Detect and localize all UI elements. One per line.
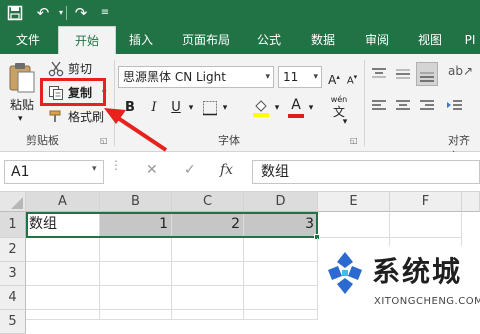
- watermark-logo-icon: [322, 250, 368, 296]
- column-header-f[interactable]: F: [390, 192, 462, 212]
- select-all-corner[interactable]: [0, 192, 26, 212]
- cell-f1[interactable]: [390, 212, 462, 238]
- name-box-value: A1: [11, 164, 30, 180]
- cell-d5[interactable]: [244, 310, 318, 320]
- formula-bar-grip-icon[interactable]: ⋮: [110, 159, 122, 182]
- cell-d2[interactable]: [244, 238, 318, 262]
- row-header-1[interactable]: 1: [0, 212, 26, 238]
- cell-a2[interactable]: [26, 238, 100, 262]
- formula-bar: A1 ▾ ⋮ ✕ ✓ fx 数组: [0, 152, 480, 192]
- cell-b3[interactable]: [100, 262, 172, 286]
- column-header-c[interactable]: C: [172, 192, 244, 212]
- cell-d4[interactable]: [244, 286, 318, 310]
- cell-a4[interactable]: [26, 286, 100, 310]
- cell-c5[interactable]: [172, 310, 244, 320]
- cell-d3[interactable]: [244, 262, 318, 286]
- cell-e1[interactable]: [318, 212, 390, 238]
- watermark-brand: 系统城: [372, 255, 463, 288]
- watermark: 系统城 XITONGCHENG.COM: [318, 246, 480, 320]
- row-header-4[interactable]: 4: [0, 286, 26, 310]
- column-header-a[interactable]: A: [26, 192, 100, 212]
- cell-b5[interactable]: [100, 310, 172, 320]
- row-header-5[interactable]: 5: [0, 310, 26, 334]
- cell-c2[interactable]: [172, 238, 244, 262]
- column-header-d[interactable]: D: [244, 192, 318, 212]
- column-header-b[interactable]: B: [100, 192, 172, 212]
- name-box-dropdown-icon[interactable]: ▾: [92, 164, 97, 174]
- confirm-entry-icon[interactable]: ✓: [184, 162, 196, 178]
- cancel-entry-icon[interactable]: ✕: [146, 162, 158, 178]
- insert-function-button[interactable]: fx: [220, 162, 233, 178]
- selection-range: [26, 212, 318, 238]
- column-header-g[interactable]: [462, 192, 480, 212]
- name-box[interactable]: A1: [4, 160, 104, 184]
- cell-c3[interactable]: [172, 262, 244, 286]
- row-header-2[interactable]: 2: [0, 238, 26, 262]
- cell-a5[interactable]: [26, 310, 100, 320]
- formula-input-value: 数组: [261, 164, 289, 180]
- row-header-3[interactable]: 3: [0, 262, 26, 286]
- cell-c4[interactable]: [172, 286, 244, 310]
- cell-b2[interactable]: [100, 238, 172, 262]
- watermark-url: XITONGCHENG.COM: [374, 296, 480, 307]
- formula-input[interactable]: 数组: [252, 160, 480, 184]
- cell-b4[interactable]: [100, 286, 172, 310]
- cell-a3[interactable]: [26, 262, 100, 286]
- column-header-e[interactable]: E: [318, 192, 390, 212]
